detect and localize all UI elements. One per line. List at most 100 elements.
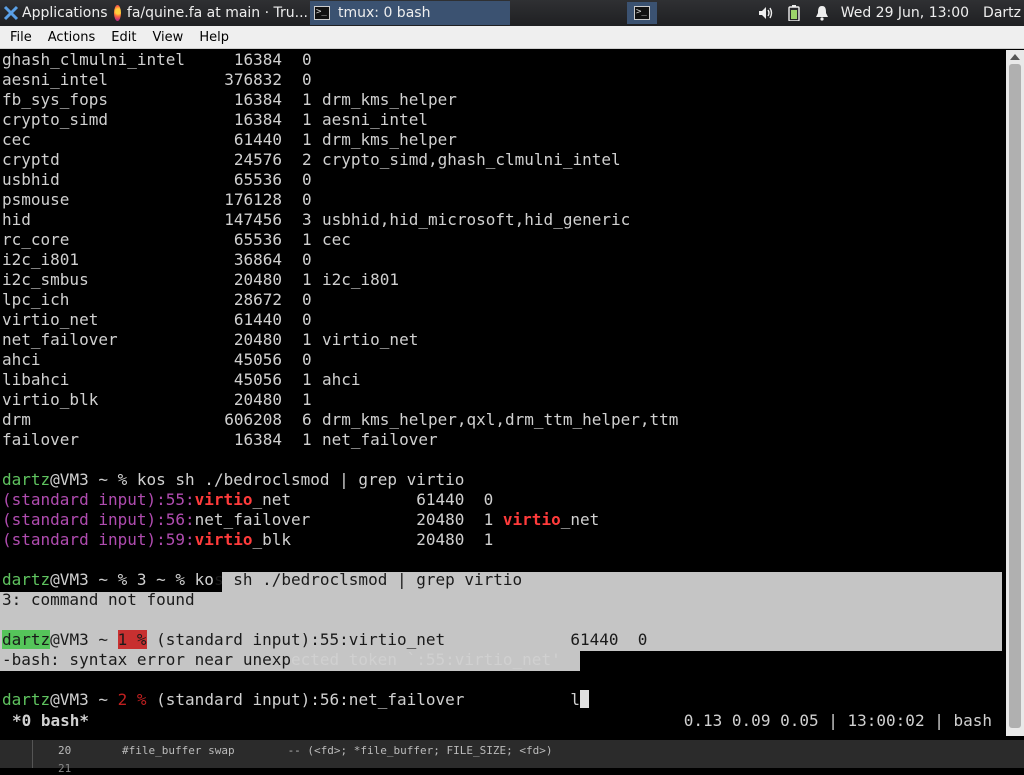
prompt-line: dartz@VM3 ~ % 3 ~ % kos sh ./bedroclsmod… [2, 570, 522, 590]
menu-file[interactable]: File [4, 30, 38, 45]
grep-source: (standard input) [2, 510, 157, 529]
module-used-count: 1 [302, 430, 312, 449]
menu-view[interactable]: View [146, 30, 189, 45]
prompt-user: dartz [2, 690, 51, 709]
command-text: 3 ~ % ko [136, 570, 214, 589]
tmux-window-tab[interactable]: *0 bash* [12, 710, 89, 732]
module-used-by: drm_kms_helper,qxl,drm_ttm_helper,ttm [322, 410, 679, 429]
exit-status: 1 % [117, 630, 147, 649]
tmux-status-bar: *0 bash* 0.13 0.09 0.05 | 13:00:02 | bas… [0, 710, 1006, 732]
module-used-by: crypto_simd,ghash_clmulni_intel [322, 150, 621, 169]
module-size: 65536 [233, 170, 282, 189]
error-line: 3: command not found [2, 590, 195, 609]
module-used-by: cec [322, 230, 351, 249]
firefox-icon [114, 5, 121, 21]
error-line: -bash: syntax error near unexpected toke… [2, 650, 561, 670]
prompt-host: @VM3 ~ [50, 690, 118, 709]
tmux-status-right: 0.13 0.09 0.05 | 13:00:02 | bash [683, 711, 992, 730]
module-used-count: 1 [302, 370, 312, 389]
module-size: 20480 [233, 390, 282, 409]
grep-match: virtio [502, 510, 561, 529]
module-used-by: net_failover [322, 430, 438, 449]
line-number: 21 [58, 762, 72, 775]
module-used-count: 0 [302, 310, 312, 329]
command-input[interactable]: (standard input):56:net_failover l [147, 690, 580, 709]
terminal-scrollbar[interactable] [1006, 50, 1024, 736]
module-used-count: 0 [302, 290, 312, 309]
module-size: 65536 [233, 230, 282, 249]
module-used-count: 0 [302, 170, 312, 189]
module-used-count: 0 [302, 70, 312, 89]
prompt-line: dartz@VM3 ~ % kos sh ./bedroclsmod | gre… [2, 470, 464, 490]
prompt-host: @VM3 ~ [50, 630, 118, 649]
background-editor-window: 20 #file_buffer swap -- (<fd>; *file_buf… [0, 740, 1024, 775]
module-size: 61440 [233, 310, 282, 329]
prompt-line: dartz@VM3 ~ 1 % (standard input):55:virt… [2, 630, 647, 650]
module-size: 20480 [233, 270, 282, 289]
module-used-count: 1 [302, 110, 312, 129]
module-size: 606208 [224, 410, 282, 429]
module-size: 16384 [233, 430, 282, 449]
module-used-count: 0 [302, 190, 312, 209]
user-menu[interactable]: Dartz [983, 5, 1021, 21]
volume-icon[interactable] [757, 5, 775, 21]
module-name: cec [2, 130, 31, 149]
taskbar-item-firefox[interactable]: fa/quine.fa at main · Tru... [110, 1, 308, 25]
module-used-by: usbhid,hid_microsoft,hid_generic [322, 210, 631, 229]
module-name: psmouse [2, 190, 70, 209]
notification-bell-icon[interactable] [813, 5, 831, 21]
module-size: 28672 [233, 290, 282, 309]
module-size: 24576 [233, 150, 282, 169]
scrollbar-thumb[interactable] [1009, 64, 1021, 728]
menu-help[interactable]: Help [193, 30, 235, 45]
command-text-selected: s sh ./bedroclsmod | grep virtio [213, 570, 523, 589]
module-used-count: 1 [302, 330, 312, 349]
module-used-count: 1 [302, 270, 312, 289]
scroll-up-arrow-icon[interactable] [1010, 54, 1020, 60]
module-size: 16384 [233, 90, 282, 109]
module-used-count: 6 [302, 410, 312, 429]
menu-edit[interactable]: Edit [105, 30, 142, 45]
grep-result-line: (standard input):56:net_failover 20480 1… [2, 510, 599, 530]
applications-menu[interactable]: Applications [0, 0, 110, 26]
module-used-by: aesni_intel [322, 110, 428, 129]
text-cursor [580, 690, 589, 708]
menu-actions[interactable]: Actions [42, 30, 102, 45]
module-name: i2c_i801 [2, 250, 80, 269]
module-name: crypto_simd [2, 110, 108, 129]
module-name: usbhid [2, 170, 60, 189]
battery-icon[interactable] [785, 5, 803, 21]
grep-result-line: (standard input):59:virtio_blk 20480 1 [2, 530, 493, 550]
editor-gutter [32, 740, 33, 768]
module-name: aesni_intel [2, 70, 108, 89]
module-used-count: 0 [302, 350, 312, 369]
prompt-line: dartz@VM3 ~ 2 % (standard input):56:net_… [2, 690, 589, 710]
module-size: 376832 [224, 70, 282, 89]
module-name: failover [2, 430, 80, 449]
prompt-user: dartz [2, 470, 51, 489]
module-used-count: 1 [302, 390, 312, 409]
module-name: fb_sys_fops [2, 90, 108, 109]
command-text: kos sh ./bedroclsmod | grep virtio [136, 470, 465, 489]
grep-text: _net [560, 510, 600, 529]
system-tray: Wed 29 Jun, 13:00 Dartz [757, 0, 1024, 26]
module-name: ghash_clmulni_intel [2, 50, 186, 69]
terminal-output[interactable]: ghash_clmulni_intel 16384 0 aesni_intel 3768… [0, 50, 1006, 736]
selection-end-mask [580, 651, 1002, 671]
module-size: 45056 [233, 370, 282, 389]
module-size: 16384 [233, 110, 282, 129]
taskbar-item-terminal[interactable]: >_ tmux: 0 bash [310, 1, 510, 25]
module-name: hid [2, 210, 31, 229]
module-name: virtio_net [2, 310, 99, 329]
taskbar-item-label: tmux: 0 bash [338, 5, 431, 21]
module-size: 147456 [224, 210, 282, 229]
error-text-selected: -bash: syntax error near unexp [2, 650, 291, 669]
module-size: 61440 [233, 130, 282, 149]
code-line: #file_buffer swap -- (<fd>; *file_buffer… [122, 744, 553, 757]
clock[interactable]: Wed 29 Jun, 13:00 [841, 5, 969, 21]
grep-line-no: :55: [156, 490, 195, 509]
module-size: 45056 [233, 350, 282, 369]
terminal-icon: >_ [634, 6, 650, 20]
module-name: drm [2, 410, 31, 429]
workspace-button[interactable]: >_ [627, 2, 657, 24]
